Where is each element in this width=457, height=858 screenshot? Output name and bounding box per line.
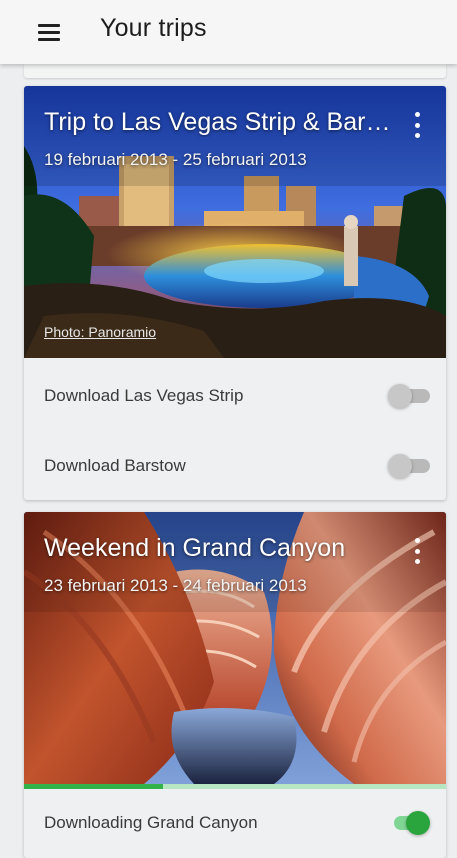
download-label: Download Barstow — [44, 456, 186, 475]
more-vert-dot — [414, 133, 420, 138]
toggle-thumb — [406, 811, 430, 835]
previous-card-edge — [24, 64, 446, 78]
page-title: Your trips — [100, 14, 207, 42]
download-barstow-toggle[interactable] — [388, 454, 430, 478]
trip-dates: 19 februari 2013 - 25 februari 2013 — [44, 150, 307, 169]
more-vert-dot — [414, 112, 420, 117]
menu-icon-bar — [38, 30, 60, 34]
more-vert-dot — [414, 538, 420, 543]
more-vert-icon[interactable] — [412, 112, 422, 138]
trip-dates: 23 februari 2013 - 24 februari 2013 — [44, 576, 307, 595]
download-label: Downloading Grand Canyon — [44, 813, 258, 832]
menu-icon-bar — [38, 23, 60, 27]
download-las-vegas-toggle[interactable] — [388, 384, 430, 408]
trip-card-grand-canyon: Weekend in Grand Canyon 23 februari 2013… — [24, 512, 446, 858]
download-grand-canyon-toggle[interactable] — [388, 811, 430, 835]
trip-title: Weekend in Grand Canyon — [44, 534, 346, 562]
toggle-thumb — [388, 454, 412, 478]
download-row-barstow: Download Barstow — [24, 432, 446, 500]
menu-icon[interactable] — [38, 19, 64, 45]
trip-photo-las-vegas[interactable]: Trip to Las Vegas Strip & Barsto... 19 f… — [24, 86, 446, 358]
menu-icon-bar — [38, 37, 60, 41]
trip-photo-grand-canyon[interactable]: Weekend in Grand Canyon 23 februari 2013… — [24, 512, 446, 784]
more-vert-dot — [414, 548, 420, 554]
download-row-grand-canyon: Downloading Grand Canyon — [24, 789, 446, 858]
photo-credit-link[interactable]: Photo: Panoramio — [44, 324, 156, 340]
more-vert-dot — [414, 122, 420, 128]
trip-title: Trip to Las Vegas Strip & Barsto... — [44, 108, 394, 136]
download-label: Download Las Vegas Strip — [44, 386, 244, 405]
trip-card-las-vegas: Trip to Las Vegas Strip & Barsto... 19 f… — [24, 86, 446, 500]
app-bar: Your trips — [0, 0, 457, 64]
more-vert-dot — [414, 559, 420, 564]
more-vert-icon[interactable] — [412, 538, 422, 564]
toggle-thumb — [388, 384, 412, 408]
download-row-las-vegas: Download Las Vegas Strip — [24, 362, 446, 432]
